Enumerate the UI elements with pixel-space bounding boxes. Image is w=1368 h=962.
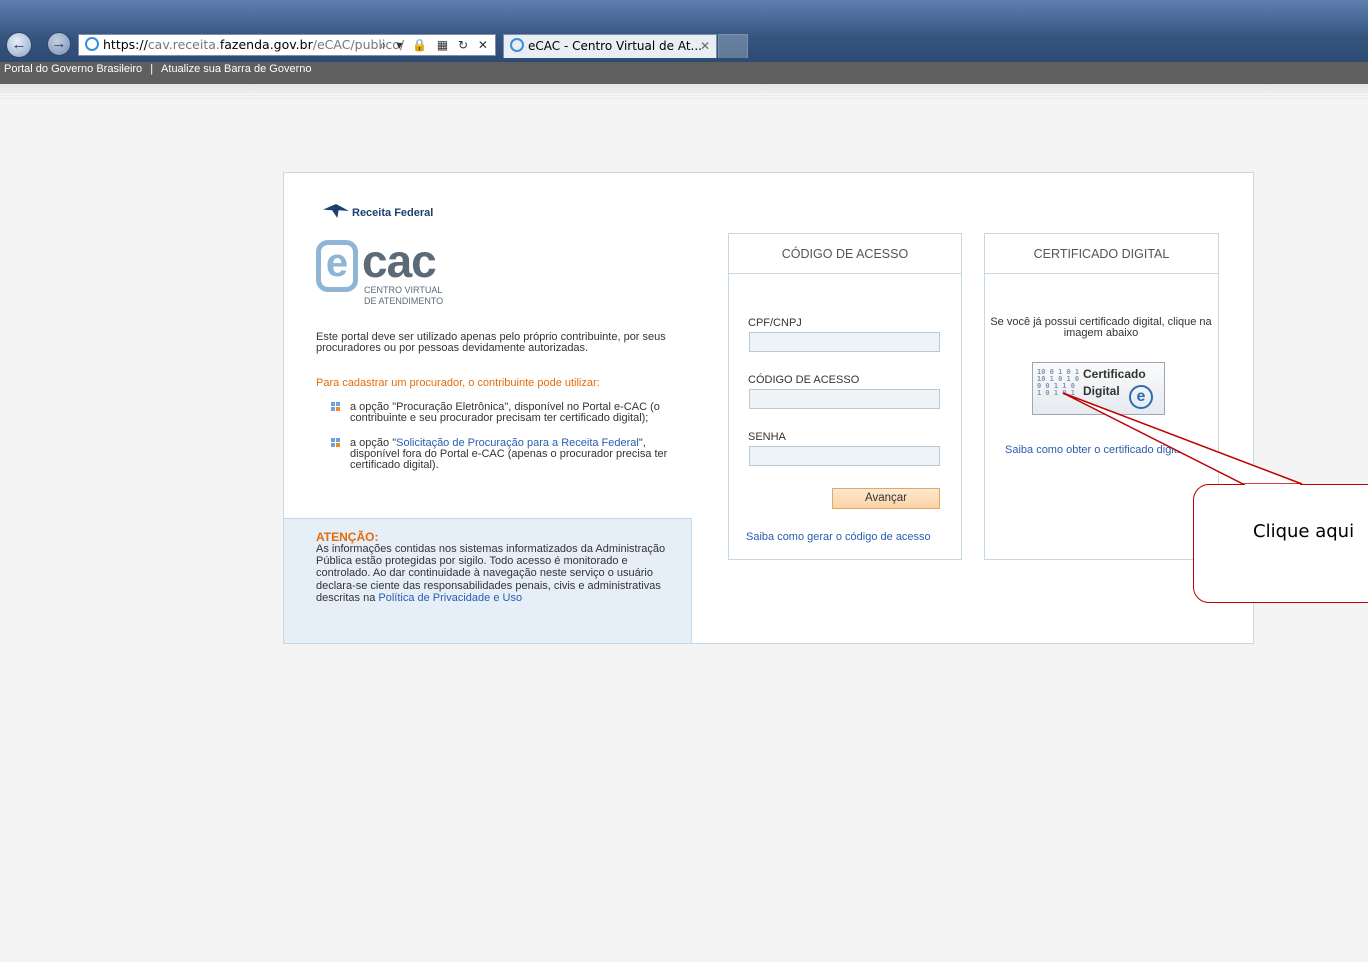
callout-text: Clique aqui bbox=[1253, 521, 1355, 542]
callout-pointer-cover bbox=[1245, 484, 1300, 486]
